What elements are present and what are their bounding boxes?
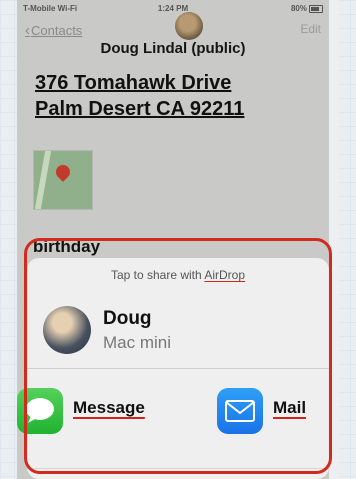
edit-button[interactable]: Edit [300, 22, 321, 36]
battery-status: 80% [291, 4, 323, 13]
address-line-1[interactable]: 376 Tomahawk Drive [35, 72, 231, 95]
battery-percent: 80% [290, 4, 307, 13]
battery-icon [309, 4, 323, 13]
map-pin-icon [53, 162, 73, 182]
map-road [34, 151, 52, 209]
contact-name: Doug Lindal (public) [100, 40, 246, 57]
status-time: 1:24 PM [157, 4, 189, 13]
map-thumbnail[interactable] [33, 150, 93, 210]
back-to-contacts-button[interactable]: ‹Contacts [25, 22, 82, 39]
highlight-annotation [24, 238, 332, 474]
back-label: Contacts [31, 23, 83, 38]
address-line-2[interactable]: Palm Desert CA 92211 [35, 98, 244, 121]
contact-avatar [175, 12, 203, 40]
chevron-left-icon: ‹ [25, 22, 30, 39]
status-bar: T-Mobile Wi-Fi 1:24 PM 80% [17, 2, 329, 16]
